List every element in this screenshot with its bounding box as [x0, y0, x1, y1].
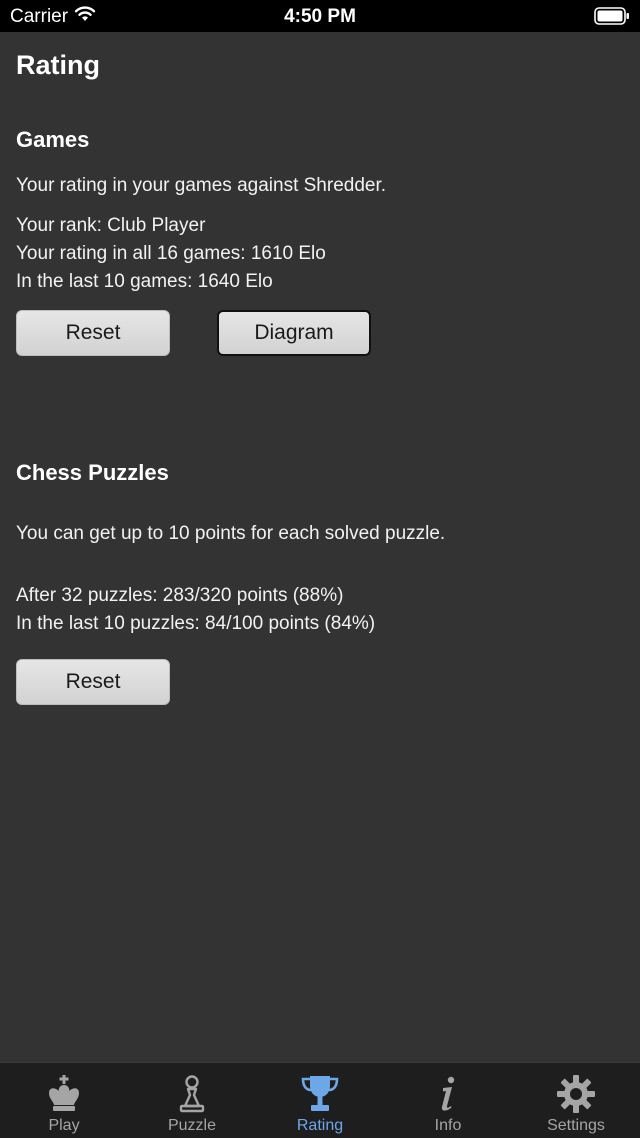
games-rank: Your rank: Club Player: [16, 215, 206, 236]
pawn-icon: [171, 1073, 213, 1115]
games-all-rating: Your rating in all 16 games: 1610 Elo: [16, 243, 326, 264]
tab-play-label: Play: [48, 1117, 80, 1134]
games-description: Your rating in your games against Shredd…: [16, 175, 387, 196]
battery-icon: [594, 7, 630, 25]
tab-puzzle-label: Puzzle: [167, 1117, 217, 1134]
puzzles-section-title: Chess Puzzles: [16, 460, 169, 485]
puzzles-last: In the last 10 puzzles: 84/100 points (8…: [16, 613, 376, 634]
games-last-rating: In the last 10 games: 1640 Elo: [16, 271, 273, 292]
puzzles-reset-button[interactable]: Reset: [16, 659, 170, 705]
games-section-title: Games: [16, 127, 90, 152]
tab-settings-label: Settings: [547, 1117, 605, 1134]
tab-rating[interactable]: Rating: [256, 1063, 384, 1138]
status-time: 4:50 PM: [284, 6, 356, 27]
info-icon: [427, 1073, 469, 1115]
tab-settings[interactable]: Settings: [512, 1063, 640, 1138]
tab-info-label: Info: [434, 1117, 462, 1134]
puzzles-after: After 32 puzzles: 283/320 points (88%): [16, 585, 344, 606]
page-title: Rating: [16, 50, 100, 80]
trophy-icon: [299, 1073, 341, 1115]
tab-play[interactable]: Play: [0, 1063, 128, 1138]
tab-rating-label: Rating: [296, 1117, 344, 1134]
puzzles-description: You can get up to 10 points for each sol…: [16, 523, 446, 544]
gear-icon: [555, 1073, 597, 1115]
tab-info[interactable]: Info: [384, 1063, 512, 1138]
games-reset-button[interactable]: Reset: [16, 310, 170, 356]
king-icon: [43, 1073, 85, 1115]
tab-puzzle[interactable]: Puzzle: [128, 1063, 256, 1138]
diagram-button[interactable]: Diagram: [217, 310, 371, 356]
tab-bar: Play Puzzle Rating Info Settings: [0, 1062, 640, 1138]
status-bar: Carrier 4:50 PM: [0, 0, 640, 32]
